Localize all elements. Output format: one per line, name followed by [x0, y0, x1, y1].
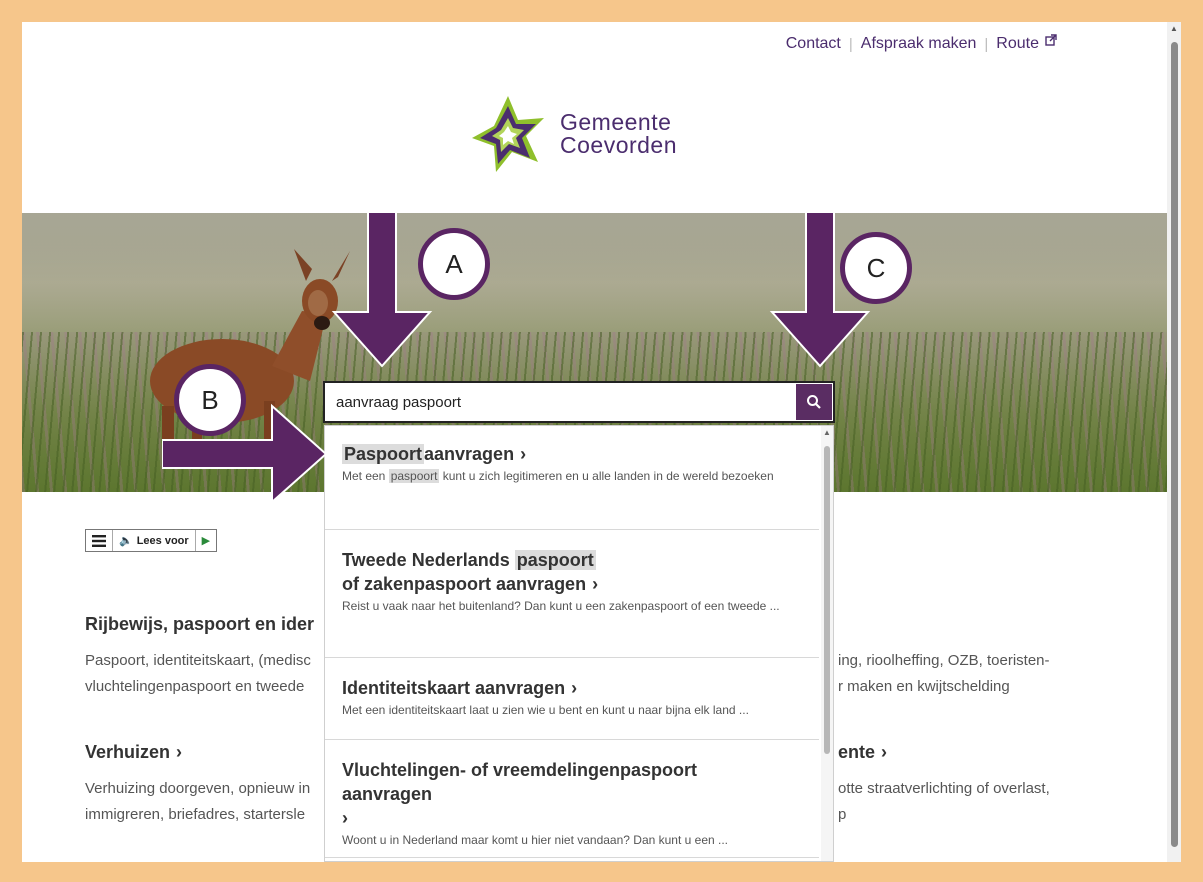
menu-button[interactable] — [86, 530, 113, 551]
suggestion-title: Identiteitskaart aanvragen › — [342, 676, 805, 700]
web-page: Contact | Afspraak maken | Route Gemeent… — [22, 22, 1181, 862]
suggestion-description: Met een paspoort kunt u zich legitimeren… — [342, 466, 805, 486]
title-rest: aanvragen — [424, 444, 515, 464]
afspraak-maken-link[interactable]: Afspraak maken — [861, 35, 977, 53]
section-belastingen-text: ing, rioolheffing, OZB, toeristen- r mak… — [838, 648, 1050, 700]
section-text-line: vluchtelingenpaspoort en tweede — [85, 678, 305, 695]
section-verhuizen[interactable]: Verhuizen › — [85, 742, 182, 763]
lees-voor-button[interactable]: 🔈 Lees voor — [113, 530, 196, 551]
external-link-icon — [1045, 34, 1057, 49]
suggestion-title: Tweede Nederlands paspoort — [342, 548, 805, 572]
desc-before: Met een — [342, 469, 386, 483]
annotation-label-a: A — [418, 228, 490, 300]
section-text-line: r maken en kwijtschelding — [838, 678, 1010, 695]
link-separator: | — [984, 35, 989, 53]
logo-line2: Coevorden — [560, 132, 678, 158]
section-melding[interactable]: ente › — [838, 742, 887, 763]
search-icon — [807, 395, 821, 409]
title-line2: of zakenpaspoort aanvragen — [342, 574, 587, 594]
search-suggestions-dropdown: Paspoort aanvragen › Met een paspoort kunt… — [324, 425, 834, 862]
annotation-arrow-a — [331, 212, 433, 368]
section-title-text: Verhuizen — [85, 742, 171, 762]
gemeente-coevorden-logo[interactable]: Gemeente Coevorden — [466, 92, 677, 176]
chevron-right-icon: › — [520, 444, 527, 464]
suggestion-description: Reist u vaak naar het buitenland? Dan ku… — [342, 599, 780, 613]
dropdown-scrollbar[interactable]: ▲ — [821, 426, 833, 861]
search-box — [323, 381, 835, 423]
chevron-right-icon: › — [176, 742, 183, 762]
route-link-label: Route — [996, 35, 1039, 52]
title-highlight: Paspoort — [342, 444, 425, 464]
logo-text: Gemeente Coevorden — [560, 111, 677, 157]
suggestion-title-line2: of zakenpaspoort aanvragen › — [342, 572, 805, 596]
section-rijbewijs: Rijbewijs, paspoort en ider — [85, 614, 314, 635]
section-title: Verhuizen › — [85, 742, 182, 763]
chevron-right-icon: › — [592, 574, 599, 594]
hamburger-icon — [92, 534, 106, 547]
suggestion-item[interactable]: Paspoort aanvragen › Met een paspoort kunt… — [325, 426, 819, 530]
section-verhuizen-text: Verhuizing doorgeven, opnieuw in immigre… — [85, 776, 310, 828]
suggestion-title: Paspoort aanvragen › — [342, 442, 805, 466]
screenshot-frame: Contact | Afspraak maken | Route Gemeent… — [10, 10, 1193, 874]
suggestion-title: Vluchtelingen- of vreemdelingenpaspoort — [342, 760, 698, 780]
dropdown-scrollbar-thumb[interactable] — [824, 446, 830, 754]
play-icon: ▶ — [201, 535, 211, 547]
play-button[interactable]: ▶ — [196, 530, 216, 551]
section-text-line: Verhuizing doorgeven, opnieuw in — [85, 780, 311, 797]
suggestion-title-line2: aanvragen — [342, 784, 433, 804]
search-input[interactable] — [325, 383, 796, 421]
scroll-up-icon[interactable]: ▲ — [1170, 24, 1178, 33]
chevron-right-icon: › — [342, 808, 348, 828]
section-rijbewijs-text: Paspoort, identiteitskaart, (medisc vluc… — [85, 648, 311, 700]
desc-after: kunt u zich legitimeren en u alle landen… — [442, 469, 774, 483]
title-highlight: paspoort — [514, 550, 596, 570]
lees-voor-label: Lees voor — [136, 534, 189, 547]
desc-highlight: paspoort — [388, 469, 440, 483]
section-text-line: Paspoort, identiteitskaart, (medisc — [85, 652, 311, 669]
logo-star-icon — [472, 96, 544, 172]
scroll-up-icon[interactable]: ▲ — [823, 428, 831, 437]
suggestion-item[interactable]: Vluchtelingen- of vreemdelingenpaspoort … — [325, 740, 819, 858]
suggestion-description: Woont u in Nederland maar komt u hier ni… — [342, 833, 729, 847]
title-before: Tweede Nederlands — [342, 550, 510, 570]
section-title[interactable]: Rijbewijs, paspoort en ider — [85, 614, 314, 635]
speaker-icon: 🔈 — [119, 535, 133, 547]
chevron-right-icon: › — [571, 678, 578, 698]
search-button[interactable] — [796, 384, 832, 420]
chevron-right-icon: › — [881, 742, 888, 762]
link-separator: | — [848, 35, 853, 53]
section-title: ente › — [838, 742, 887, 763]
section-title-text: ente — [838, 742, 876, 762]
annotation-label-c: C — [840, 232, 912, 304]
title-text: Identiteitskaart aanvragen — [342, 678, 566, 698]
logo-line1: Gemeente — [560, 109, 672, 135]
section-text-line: otte straatverlichting of overlast, — [838, 780, 1050, 797]
suggestion-item[interactable]: Identiteitskaart aanvragen › Met een iden… — [325, 658, 819, 740]
section-text-line: immigreren, briefadres, startersle — [85, 806, 306, 823]
page-scrollbar[interactable]: ▲ — [1167, 22, 1181, 862]
section-text-line: ing, rioolheffing, OZB, toeristen- — [838, 652, 1050, 669]
section-melding-text: otte straatverlichting of overlast, p — [838, 776, 1050, 828]
section-text-line: p — [838, 806, 847, 823]
suggestion-description: Met een identiteitskaart laat u zien wie… — [342, 703, 749, 717]
suggestion-item[interactable]: Tweede Nederlands paspoort of zakenpaspo… — [325, 530, 819, 658]
page-scrollbar-thumb[interactable] — [1171, 42, 1178, 847]
annotation-label-b: B — [174, 364, 246, 436]
readspeaker-bar: 🔈 Lees voor ▶ — [85, 529, 218, 552]
top-links: Contact | Afspraak maken | Route — [786, 34, 1057, 53]
route-link[interactable]: Route — [996, 34, 1057, 53]
contact-link[interactable]: Contact — [786, 35, 841, 53]
